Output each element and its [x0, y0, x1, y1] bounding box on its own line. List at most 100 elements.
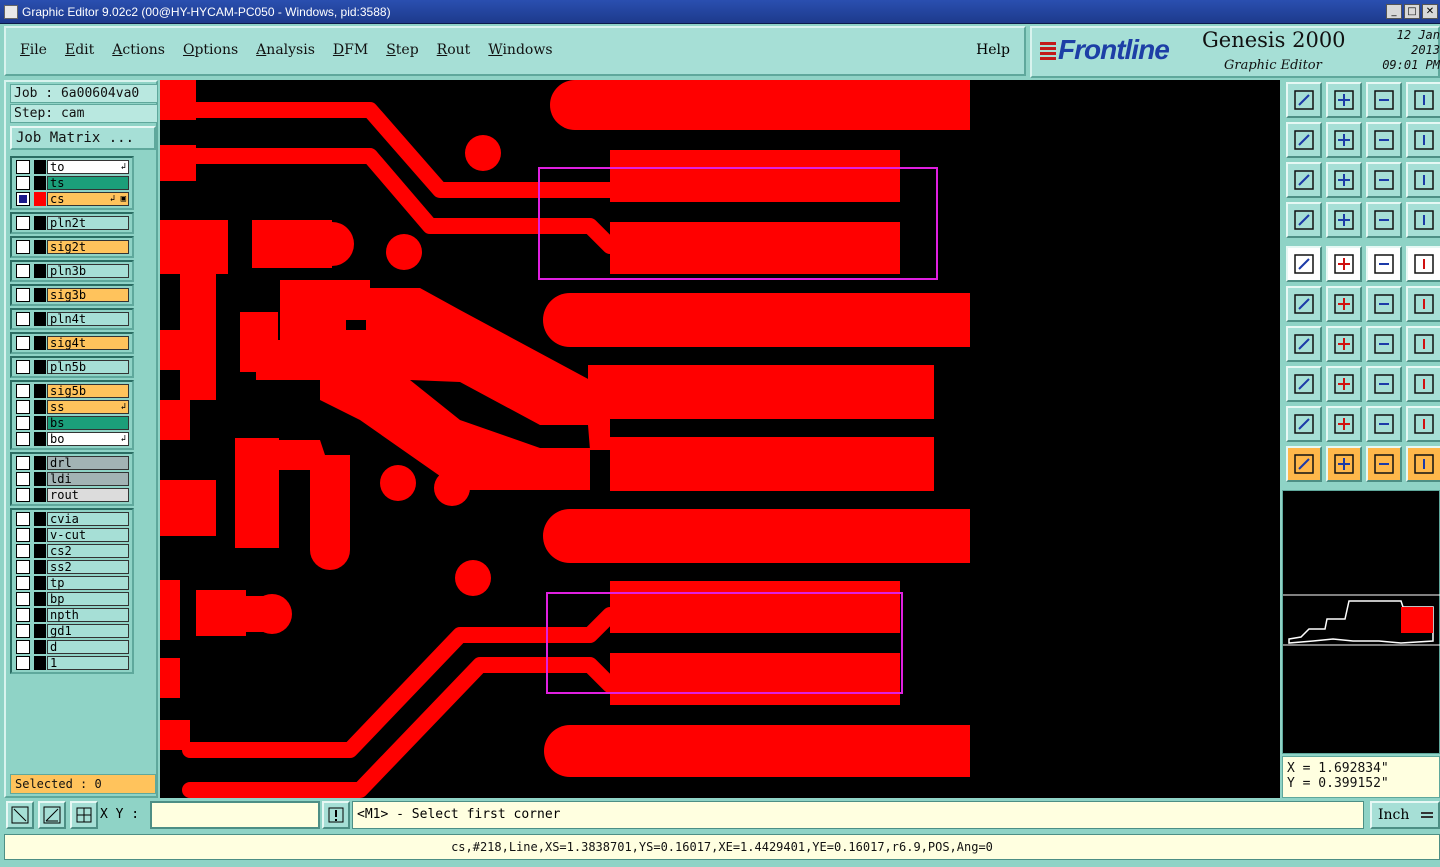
- triangle-tool-button[interactable]: [1286, 406, 1322, 442]
- move-group-tool-button[interactable]: [1406, 366, 1440, 402]
- layer-color-swatch[interactable]: [34, 640, 46, 654]
- select-tool-button[interactable]: [1326, 446, 1362, 482]
- layer-color-swatch[interactable]: [34, 592, 46, 606]
- angle-line-tool-button[interactable]: [1286, 326, 1322, 362]
- layer-color-swatch[interactable]: [34, 216, 46, 230]
- layer-row-to[interactable]: to ↲: [13, 159, 131, 175]
- snap-s-tool-button[interactable]: [1406, 122, 1440, 158]
- fit-tool-button[interactable]: [1286, 162, 1322, 198]
- layer-name[interactable]: drl: [47, 456, 129, 470]
- layer-name[interactable]: cs2: [47, 544, 129, 558]
- layer-color-swatch[interactable]: [34, 488, 46, 502]
- menu-analysis[interactable]: Analysis: [256, 42, 315, 58]
- layer-color-swatch[interactable]: [34, 240, 46, 254]
- layer-color-swatch[interactable]: [34, 360, 46, 374]
- arc-alt-tool-button[interactable]: [1406, 406, 1440, 442]
- layer-name[interactable]: bp: [47, 592, 129, 606]
- layer-checkbox[interactable]: [16, 488, 30, 502]
- layer-color-swatch[interactable]: [34, 264, 46, 278]
- layer-row-sig2t[interactable]: sig2t: [13, 239, 131, 255]
- scale-1-2-tool-button[interactable]: [1366, 162, 1402, 198]
- unit-selector[interactable]: Inch: [1370, 801, 1440, 829]
- layer-color-swatch[interactable]: [34, 528, 46, 542]
- mirror-tool-button[interactable]: [1406, 326, 1440, 362]
- layer-row-cvia[interactable]: cvia: [13, 511, 131, 527]
- layer-name[interactable]: pln5b: [47, 360, 129, 374]
- layer-name[interactable]: pln4t: [47, 312, 129, 326]
- layer-name[interactable]: 1: [47, 656, 129, 670]
- arc-tool-button[interactable]: [1366, 406, 1402, 442]
- layer-checkbox[interactable]: [16, 624, 30, 638]
- layer-name[interactable]: cs ↲ ▣: [47, 192, 129, 206]
- layer-color-swatch[interactable]: [34, 160, 46, 174]
- rotate-tool-button[interactable]: [1366, 326, 1402, 362]
- layer-name[interactable]: v-cut: [47, 528, 129, 542]
- layer-name[interactable]: ts: [47, 176, 129, 190]
- grid-display-tool-button[interactable]: [1326, 202, 1362, 238]
- layer-checkbox[interactable]: [16, 240, 30, 254]
- layer-row-rout[interactable]: rout: [13, 487, 131, 503]
- layer-checkbox[interactable]: [16, 160, 30, 174]
- maximize-button[interactable]: □: [1404, 4, 1420, 19]
- layer-row-npth[interactable]: npth: [13, 607, 131, 623]
- layer-row-gd1[interactable]: gd1: [13, 623, 131, 639]
- layer-row-sig4t[interactable]: sig4t: [13, 335, 131, 351]
- layer-color-swatch[interactable]: [34, 176, 46, 190]
- layer-checkbox[interactable]: [16, 176, 30, 190]
- triangle-up-tool-button[interactable]: [1326, 406, 1362, 442]
- job-matrix-button[interactable]: Job Matrix ...: [10, 126, 156, 150]
- menu-windows[interactable]: Windows: [488, 42, 552, 58]
- menu-help[interactable]: Help: [976, 42, 1010, 58]
- grid-snap-button[interactable]: [70, 801, 98, 829]
- menu-rout[interactable]: Rout: [437, 42, 471, 58]
- layer-name[interactable]: tp: [47, 576, 129, 590]
- layer-checkbox[interactable]: [16, 384, 30, 398]
- layer-row-v-cut[interactable]: v-cut: [13, 527, 131, 543]
- layer-row-pln4t[interactable]: pln4t: [13, 311, 131, 327]
- signal-alt-tool-button[interactable]: [1406, 202, 1440, 238]
- layer-row-drl[interactable]: drl: [13, 455, 131, 471]
- layer-name[interactable]: bs: [47, 416, 129, 430]
- layer-name[interactable]: sig4t: [47, 336, 129, 350]
- snap-mode-button[interactable]: [6, 801, 34, 829]
- layer-color-swatch[interactable]: [34, 400, 46, 414]
- layer-name[interactable]: d: [47, 640, 129, 654]
- circle-tool-button[interactable]: [1406, 246, 1440, 282]
- layer-name[interactable]: ss ↲: [47, 400, 129, 414]
- layer-color-swatch[interactable]: [34, 656, 46, 670]
- layer-checkbox[interactable]: [16, 288, 30, 302]
- layer-checkbox[interactable]: [16, 640, 30, 654]
- layer-checkbox[interactable]: [16, 192, 30, 206]
- layer-checkbox[interactable]: [16, 336, 30, 350]
- menu-dfm[interactable]: DFM: [333, 42, 368, 58]
- layer-checkbox[interactable]: [16, 656, 30, 670]
- layer-checkbox[interactable]: [16, 576, 30, 590]
- menu-file[interactable]: File: [20, 42, 47, 58]
- layer-name[interactable]: bo ↲: [47, 432, 129, 446]
- layer-row-bp[interactable]: bp: [13, 591, 131, 607]
- layer-row-pln3b[interactable]: pln3b: [13, 263, 131, 279]
- layer-color-swatch[interactable]: [34, 456, 46, 470]
- pcb-drawing[interactable]: [160, 80, 1280, 798]
- xy-input[interactable]: [150, 801, 320, 829]
- layer-row-sig5b[interactable]: sig5b: [13, 383, 131, 399]
- layer-row-sig3b[interactable]: sig3b: [13, 287, 131, 303]
- menu-actions[interactable]: Actions: [112, 42, 165, 58]
- layer-row-d[interactable]: d: [13, 639, 131, 655]
- line-tool-button[interactable]: [1326, 246, 1362, 282]
- select-alt-tool-button[interactable]: [1366, 446, 1402, 482]
- window-title-bar[interactable]: Graphic Editor 9.02c2 (00@HY-HYCAM-PC050…: [0, 0, 1440, 24]
- zoom-out-tool-button[interactable]: [1326, 122, 1362, 158]
- layer-color-swatch[interactable]: [34, 576, 46, 590]
- layer-name[interactable]: pln2t: [47, 216, 129, 230]
- layer-row-cs2[interactable]: cs2: [13, 543, 131, 559]
- layer-name[interactable]: sig3b: [47, 288, 129, 302]
- layer-name[interactable]: sig5b: [47, 384, 129, 398]
- layer-name[interactable]: ldi: [47, 472, 129, 486]
- layer-checkbox[interactable]: [16, 608, 30, 622]
- overview-window[interactable]: [1282, 490, 1440, 754]
- layer-color-swatch[interactable]: [34, 512, 46, 526]
- menu-edit[interactable]: Edit: [65, 42, 94, 58]
- layer-row-1[interactable]: 1: [13, 655, 131, 671]
- menu-step[interactable]: Step: [386, 42, 418, 58]
